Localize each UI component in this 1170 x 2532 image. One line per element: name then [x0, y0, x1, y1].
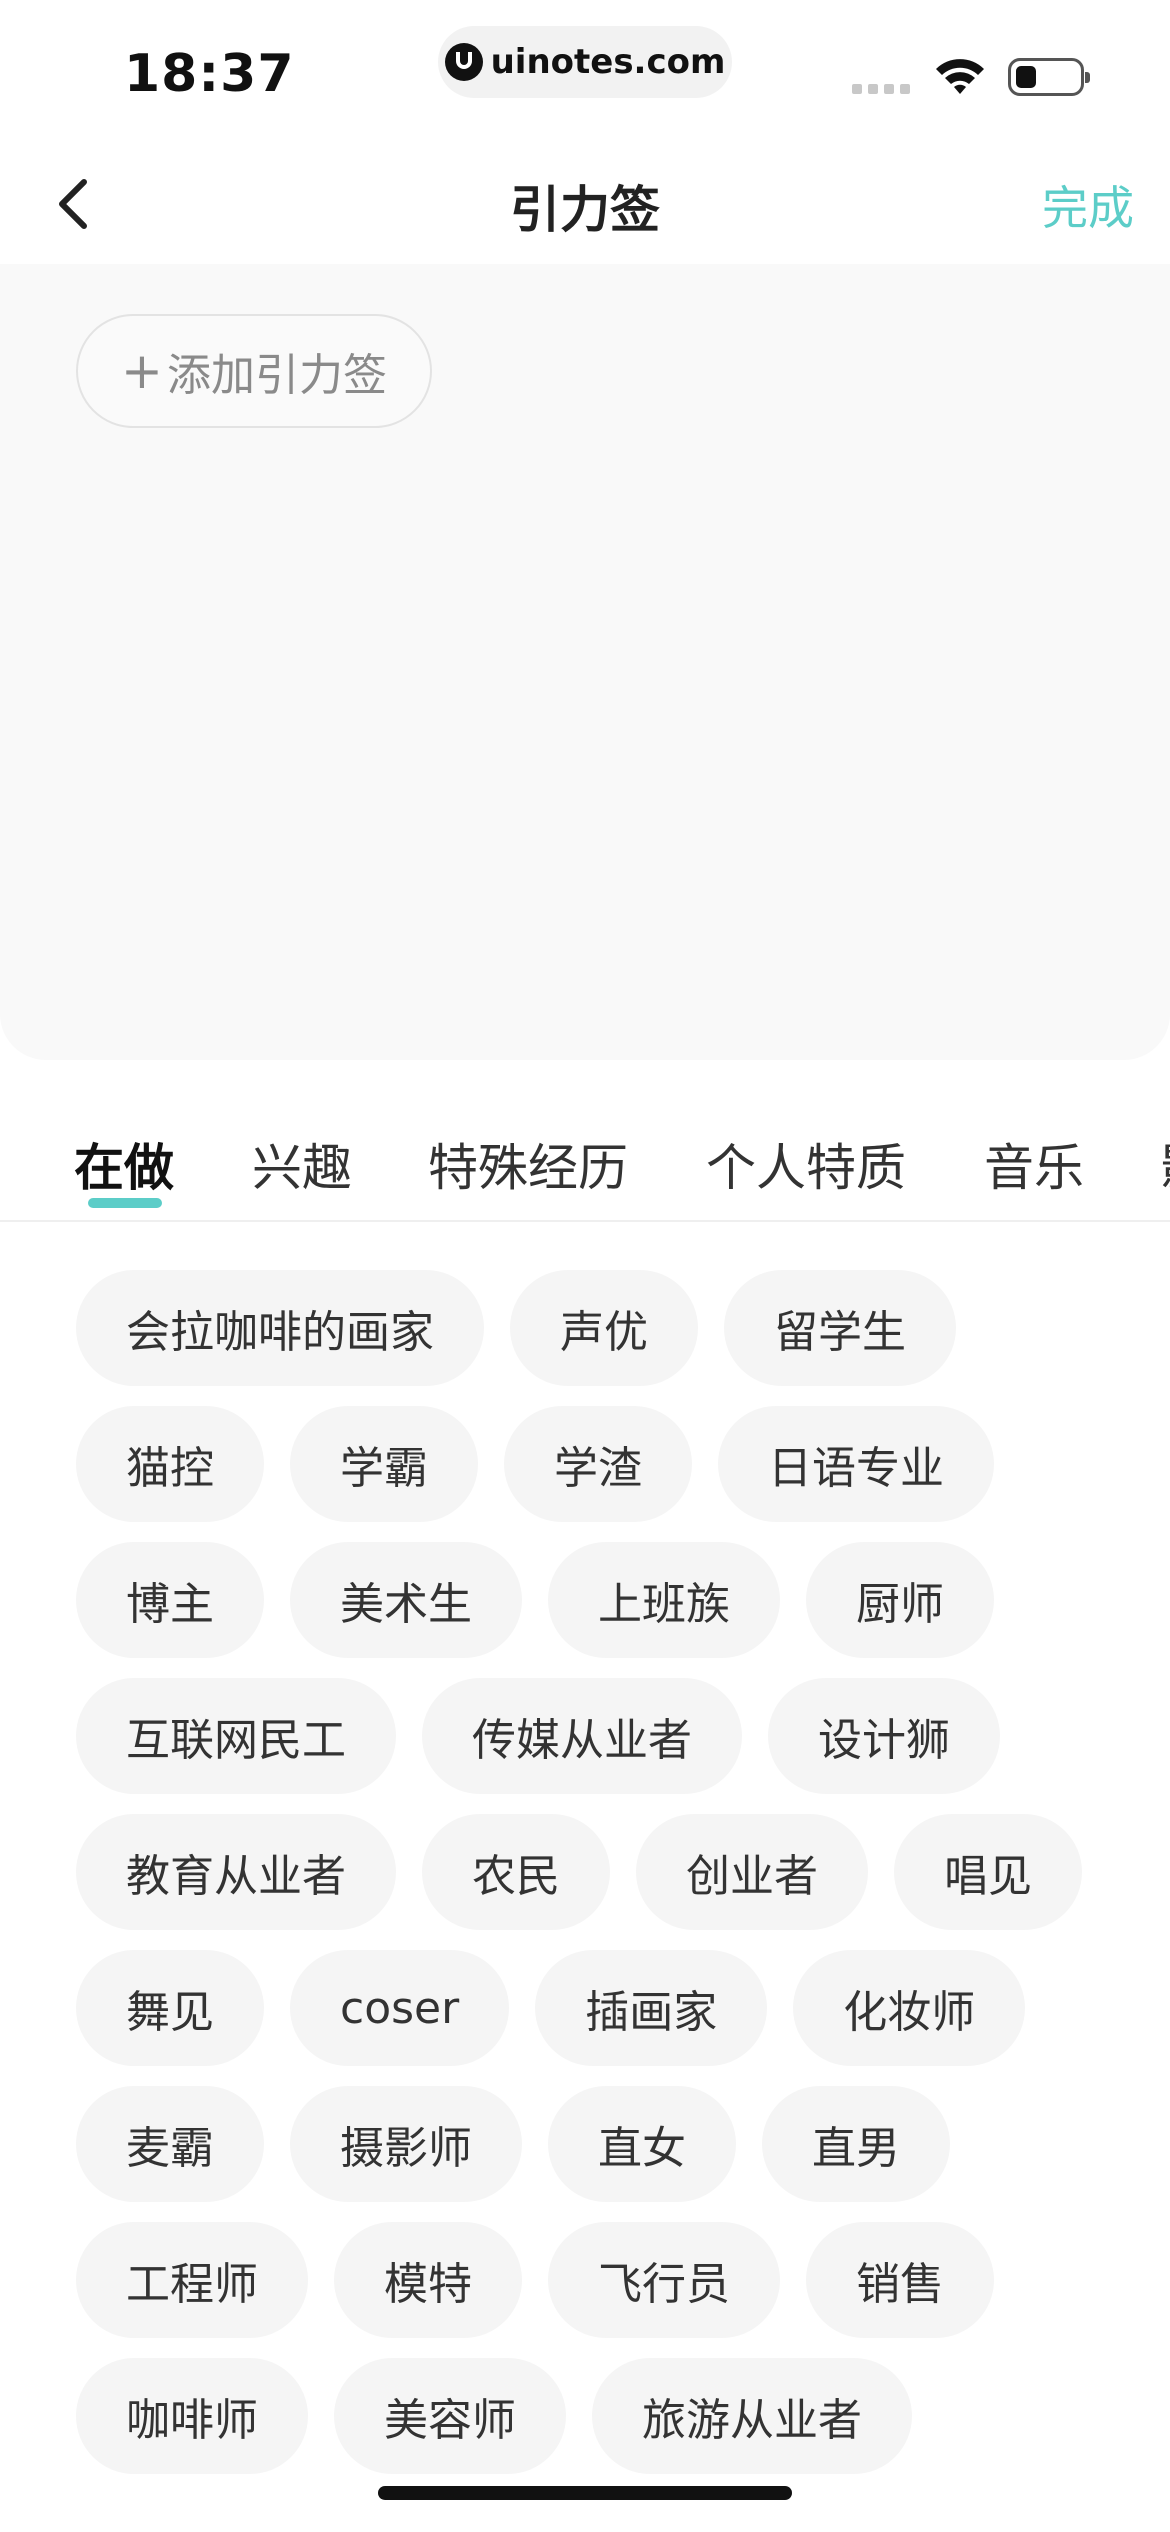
tag-chip[interactable]: 博主 [76, 1542, 264, 1658]
tag-chip[interactable]: 猫控 [76, 1406, 264, 1522]
done-button[interactable]: 完成 [1042, 172, 1134, 238]
tag-chip[interactable]: coser [290, 1950, 510, 2066]
tag-chip[interactable]: 留学生 [724, 1270, 956, 1386]
battery-icon [1008, 58, 1090, 96]
status-time: 18:37 [124, 44, 295, 104]
tag-chip[interactable]: 唱见 [894, 1814, 1082, 1930]
tag-chip[interactable]: 传媒从业者 [422, 1678, 742, 1794]
tag-chip[interactable]: 会拉咖啡的画家 [76, 1270, 484, 1386]
tag-chip[interactable]: 农民 [422, 1814, 610, 1930]
tag-chip[interactable]: 麦霸 [76, 2086, 264, 2202]
active-tab-indicator [88, 1198, 162, 1208]
tag-row: 工程师 模特 飞行员 销售 [76, 2222, 1136, 2338]
tag-chip[interactable]: 飞行员 [548, 2222, 780, 2338]
tag-chip[interactable]: 舞见 [76, 1950, 264, 2066]
tag-chip[interactable]: 工程师 [76, 2222, 308, 2338]
tag-chip[interactable]: 咖啡师 [76, 2358, 308, 2474]
tag-row: 互联网民工 传媒从业者 设计狮 [76, 1678, 1136, 1794]
tag-chip[interactable]: 互联网民工 [76, 1678, 396, 1794]
home-indicator [378, 2486, 792, 2500]
tag-chip[interactable]: 上班族 [548, 1542, 780, 1658]
tag-row: 博主 美术生 上班族 厨师 [76, 1542, 1136, 1658]
tag-chip[interactable]: 化妆师 [793, 1950, 1026, 2066]
selected-tags-panel: + 添加引力签 [0, 264, 1170, 1060]
page-title: 引力签 [510, 181, 660, 239]
tag-chip[interactable]: 美容师 [334, 2358, 566, 2474]
wifi-icon [936, 59, 984, 94]
tab-doing[interactable]: 在做 [74, 1128, 174, 1200]
tag-chip[interactable]: 销售 [806, 2222, 994, 2338]
tab-music[interactable]: 音乐 [984, 1128, 1084, 1200]
tag-chip[interactable]: 旅游从业者 [592, 2358, 912, 2474]
tag-chip[interactable]: 学霸 [290, 1406, 478, 1522]
url-pill: uinotes.com [438, 26, 732, 98]
tag-row: 猫控 学霸 学渣 日语专业 [76, 1406, 1136, 1522]
tab-personal-traits[interactable]: 个人特质 [706, 1128, 906, 1200]
tag-chip[interactable]: 设计狮 [768, 1678, 1000, 1794]
tag-grid: 会拉咖啡的画家 声优 留学生 猫控 学霸 学渣 日语专业 博主 美术生 上班族 … [76, 1270, 1136, 2494]
category-tabs: 在做 兴趣 特殊经历 个人特质 音乐 影 [0, 1100, 1170, 1222]
tag-chip[interactable]: 插画家 [535, 1950, 768, 2066]
tab-film[interactable]: 影 [1160, 1128, 1170, 1200]
tag-chip[interactable]: 模特 [334, 2222, 522, 2338]
add-tag-label: 添加引力签 [166, 350, 387, 401]
plus-icon: + [121, 342, 163, 400]
tag-chip[interactable]: 美术生 [290, 1542, 522, 1658]
tag-chip[interactable]: 学渣 [504, 1406, 692, 1522]
tag-chip[interactable]: 创业者 [636, 1814, 868, 1930]
tag-row: 会拉咖啡的画家 声优 留学生 [76, 1270, 1136, 1386]
tag-chip[interactable]: 教育从业者 [76, 1814, 396, 1930]
tab-special-experience[interactable]: 特殊经历 [428, 1128, 628, 1200]
tag-chip[interactable]: 直男 [762, 2086, 950, 2202]
tag-row: 咖啡师 美容师 旅游从业者 [76, 2358, 1136, 2474]
tag-chip[interactable]: 日语专业 [718, 1406, 994, 1522]
add-tag-button[interactable]: + 添加引力签 [76, 314, 432, 428]
tag-chip[interactable]: 直女 [548, 2086, 736, 2202]
tag-chip[interactable]: 声优 [510, 1270, 698, 1386]
tag-chip[interactable]: 摄影师 [290, 2086, 522, 2202]
uinotes-logo-icon [444, 43, 483, 81]
cellular-signal-icon [852, 84, 910, 94]
nav-bar: 引力签 完成 [0, 140, 1170, 264]
tag-row: 教育从业者 农民 创业者 唱见 [76, 1814, 1136, 1930]
url-text: uinotes.com [490, 42, 726, 82]
tag-chip[interactable]: 厨师 [806, 1542, 994, 1658]
tab-interests[interactable]: 兴趣 [252, 1128, 352, 1200]
tag-row: 麦霸 摄影师 直女 直男 [76, 2086, 1136, 2202]
tag-row: 舞见 coser 插画家 化妆师 [76, 1950, 1136, 2066]
status-bar: 18:37 uinotes.com [0, 0, 1170, 140]
